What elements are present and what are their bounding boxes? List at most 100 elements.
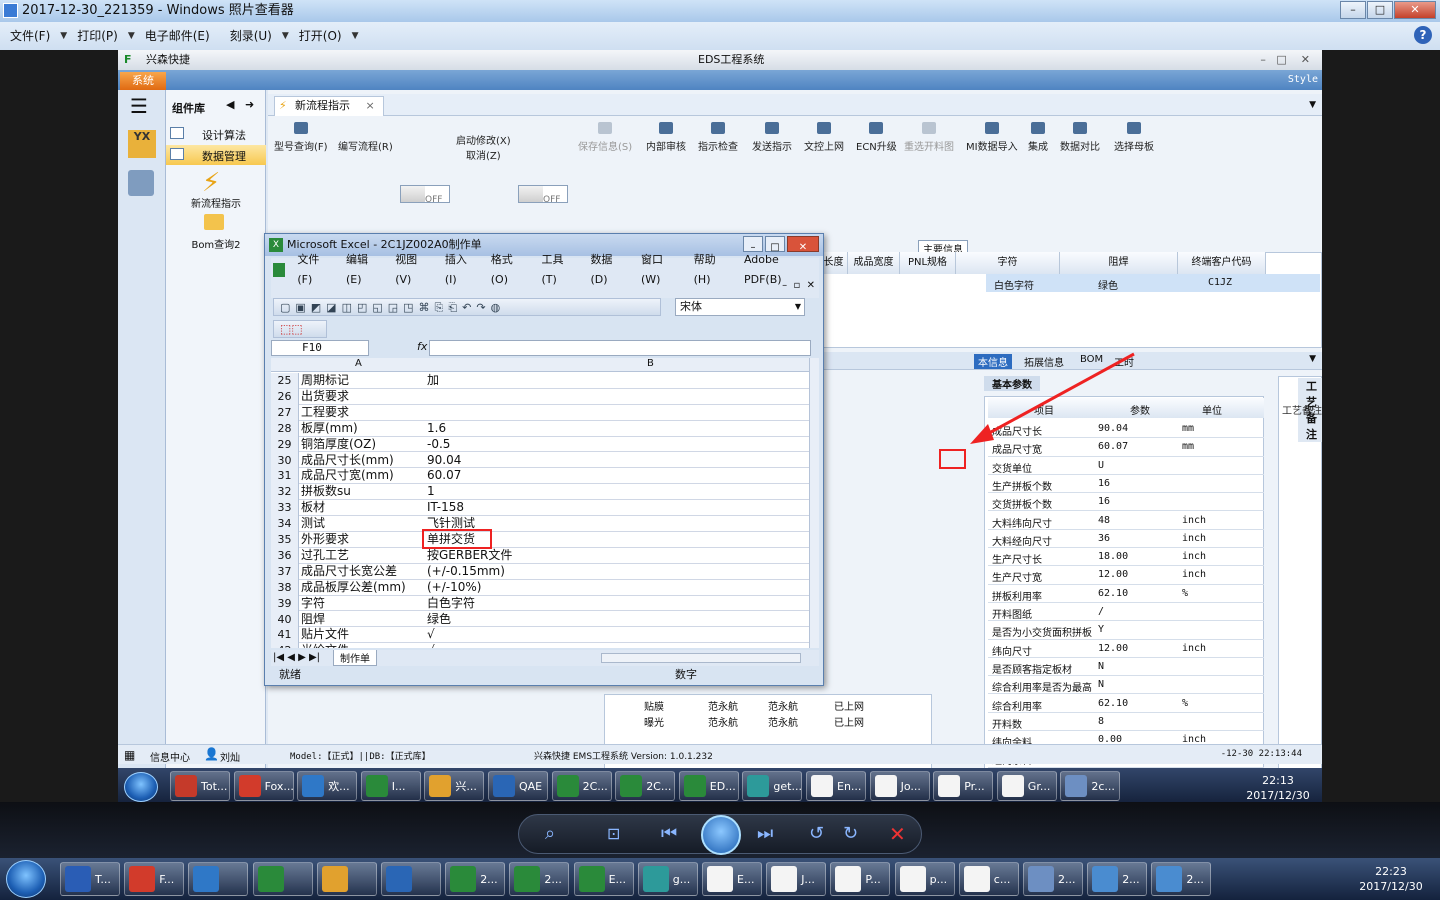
prop-value[interactable]: / (1098, 606, 1104, 617)
prop-value[interactable]: 18.00 (1098, 551, 1128, 562)
cell-a[interactable]: 拼板数su (301, 484, 425, 499)
tree-row[interactable]: 贴膜 范永航 范永航 已上网 (604, 696, 932, 713)
taskbar-button[interactable]: g... (637, 862, 698, 896)
taskbar-button[interactable] (252, 862, 313, 896)
prop-row[interactable]: 纬向尺寸 12.00 inch (988, 640, 1264, 658)
taskbar-button[interactable]: 2... (1087, 862, 1148, 896)
taskbar-button[interactable]: c... (958, 862, 1019, 896)
integrate-button[interactable]: 集成 (1028, 122, 1048, 153)
cell-b[interactable]: 飞针测试 (427, 516, 475, 531)
column-b-header[interactable]: B (647, 358, 654, 369)
prop-row[interactable]: 综合利用率是否为最高 N (988, 676, 1264, 695)
cell-a[interactable]: 测试 (301, 516, 425, 531)
help-icon[interactable]: ? (1414, 26, 1432, 44)
toggle-write-flow[interactable]: OFF (400, 185, 450, 205)
taskbar-button[interactable] (381, 862, 441, 896)
excel-menu-item[interactable]: 编辑(E) (338, 250, 387, 290)
cell-a[interactable]: 成品尺寸长宽公差 (301, 564, 425, 579)
write-flow-button[interactable]: 编写流程(R) (338, 138, 393, 153)
sheet-row[interactable]: 36 过孔工艺 按GERBER文件 (271, 547, 809, 564)
chevron-down-icon[interactable]: ▼ (1309, 100, 1316, 110)
taskbar-button[interactable] (316, 862, 377, 896)
next-icon[interactable]: ⏭ (757, 823, 773, 844)
cell-a[interactable]: 出货要求 (301, 389, 425, 404)
inner-task-button[interactable]: En... (806, 771, 866, 801)
prop-value[interactable]: N (1098, 679, 1104, 690)
inner-task-button[interactable]: 兴... (424, 771, 485, 801)
redo-map-button[interactable]: 重选开料图 (904, 122, 954, 153)
pdf-icon[interactable]: ⬚⬚ (280, 322, 303, 336)
internal-review-button[interactable]: 内部审核 (646, 122, 686, 153)
taskbar-button[interactable]: J... (766, 862, 827, 896)
inner-task-button[interactable]: 欢... (297, 771, 358, 801)
pick-board-button[interactable]: 选择母板 (1114, 122, 1154, 153)
send-button[interactable]: 发送指示 (752, 122, 792, 153)
nav-item-data-mgmt[interactable]: 数据管理 (166, 145, 266, 165)
cell-b[interactable]: 白色字符 (427, 596, 475, 611)
cell-b[interactable]: 加 (427, 373, 439, 388)
cell-a[interactable]: 阻焊 (301, 612, 425, 627)
excel-menu-item[interactable]: 帮助(H) (686, 250, 736, 290)
cell-a[interactable]: 贴片文件 (301, 627, 425, 642)
sheet-row[interactable]: 29 铜箔厚度(OZ) -0.5 (271, 436, 809, 453)
check-button[interactable]: 指示检查 (698, 122, 738, 153)
cell-b[interactable]: -0.5 (427, 437, 450, 452)
yx-module-icon[interactable]: YX (128, 130, 156, 158)
column-a-header[interactable]: A (355, 358, 362, 369)
inner-task-button[interactable]: 2C... (551, 771, 612, 801)
menu-email[interactable]: 电子邮件(E) (135, 22, 220, 50)
close-tab-icon[interactable]: × (366, 99, 375, 112)
taskbar-button[interactable]: 2... (445, 862, 506, 896)
cell-a[interactable]: 板材 (301, 500, 425, 515)
minimize-button[interactable]: – (1340, 1, 1366, 19)
prop-value[interactable]: 62.10 (1098, 588, 1128, 599)
cell-a[interactable]: 外形要求 (301, 532, 425, 547)
prop-value[interactable]: 36 (1098, 533, 1110, 544)
save-info-button[interactable]: 保存信息(S) (578, 122, 632, 153)
prop-row[interactable]: 拼板利用率 62.10% (988, 585, 1264, 603)
inner-task-button[interactable]: Gr... (996, 771, 1057, 801)
cell-a[interactable]: 成品尺寸宽(mm) (301, 468, 425, 483)
rotate-left-icon[interactable]: ↺ (809, 823, 824, 844)
excel-menu-item[interactable]: 工具(T) (533, 250, 582, 290)
cell-b[interactable]: 单拼交货 (427, 532, 475, 547)
sheet-row[interactable]: 33 板材 IT-158 (271, 500, 809, 517)
sheet-row[interactable]: 42光绘文件√ (271, 643, 809, 648)
cell-a[interactable]: 周期标记 (301, 373, 425, 388)
excel-horizontal-scrollbar[interactable] (601, 653, 801, 663)
sheet-row[interactable]: 27 工程要求 (271, 404, 809, 421)
mi-import-button[interactable]: MI数据导入 (966, 122, 1018, 153)
sheet-row[interactable]: 34 测试 飞针测试 (271, 516, 809, 533)
inner-task-button[interactable]: get... (742, 771, 803, 801)
prop-value[interactable]: 16 (1098, 478, 1110, 489)
upload-web-button[interactable]: 文控上网 (804, 122, 844, 153)
nav-item-design-algo[interactable]: 设计算法 (166, 124, 266, 144)
formula-bar[interactable] (429, 340, 811, 356)
sheet-row[interactable]: 40 阻焊 绿色 (271, 611, 809, 628)
cell-b[interactable]: √ (427, 643, 435, 648)
taskbar-button[interactable]: p... (894, 862, 955, 896)
tab-new-flow[interactable]: ⚡ 新流程指示 × (274, 96, 384, 116)
calculator-icon[interactable] (128, 170, 154, 196)
sheet-row[interactable]: 41 贴片文件 √ (271, 627, 809, 644)
inner-start-button[interactable] (124, 772, 158, 802)
cell-b[interactable]: 按GERBER文件 (427, 548, 512, 563)
excel-menu-item[interactable]: 窗口(W) (633, 250, 686, 290)
cell-b[interactable]: √ (427, 627, 435, 642)
actual-size-icon[interactable]: ⊡ (607, 824, 620, 843)
inner-task-button[interactable]: QAE (488, 771, 548, 801)
cell-b[interactable]: IT-158 (427, 500, 464, 515)
excel-menu-item[interactable]: 插入(I) (437, 250, 483, 290)
name-box[interactable]: F10 (271, 340, 369, 356)
sheet-row[interactable]: 25 周期标记加 (271, 373, 809, 389)
nav-item-bom-query[interactable]: Bom查询2 (166, 236, 266, 251)
prop-row[interactable]: 开料图纸 / (988, 603, 1264, 622)
prop-row[interactable]: 生产尺寸宽 12.00 inch (988, 566, 1264, 585)
menu-print[interactable]: 打印(P) (67, 22, 128, 50)
toolbar-icons[interactable]: ▢▣◩◪◫◰◱◲◳⌘⎘⎗↶↷◍ (280, 301, 505, 315)
start-button[interactable] (6, 860, 46, 898)
grid-header-cell[interactable]: PNL规格 (900, 252, 956, 274)
folder-icon[interactable] (204, 214, 224, 230)
excel-menu-item[interactable]: 视图(V) (387, 250, 437, 290)
sheet-tab-make[interactable]: 制作单 (333, 650, 377, 666)
